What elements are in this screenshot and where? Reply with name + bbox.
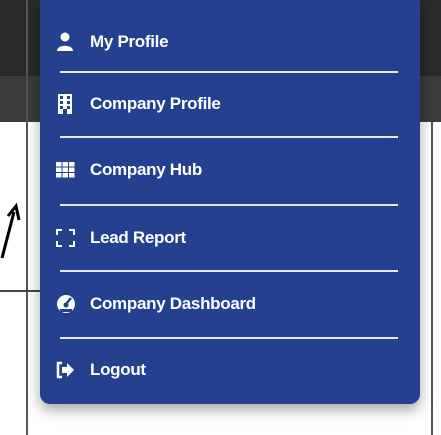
menu-divider xyxy=(60,136,398,138)
user-dropdown-menu: My Profile Company Profile Company Hub L… xyxy=(40,0,420,404)
menu-item-logout[interactable]: Logout xyxy=(40,342,420,398)
menu-divider xyxy=(60,71,398,73)
menu-item-company-hub[interactable]: Company Hub xyxy=(40,142,420,198)
menu-divider xyxy=(60,337,398,339)
menu-item-label: Logout xyxy=(90,360,146,379)
logout-icon xyxy=(56,360,78,380)
menu-item-label: Company Dashboard xyxy=(90,294,256,313)
menu-divider xyxy=(60,204,398,206)
menu-item-company-profile[interactable]: Company Profile xyxy=(40,76,420,132)
menu-item-label: My Profile xyxy=(90,32,169,51)
menu-divider xyxy=(60,270,398,272)
menu-item-company-dashboard[interactable]: Company Dashboard xyxy=(40,276,420,332)
menu-item-label: Company Profile xyxy=(90,94,221,113)
menu-item-label: Company Hub xyxy=(90,160,202,179)
menu-item-label: Lead Report xyxy=(90,228,186,247)
grid-icon xyxy=(56,160,78,180)
expand-icon xyxy=(56,228,78,248)
menu-item-lead-report[interactable]: Lead Report xyxy=(40,210,420,266)
page-divider-line xyxy=(0,290,40,292)
pointer-arrow-icon xyxy=(0,202,21,259)
dashboard-gauge-icon xyxy=(56,294,78,314)
menu-item-my-profile[interactable]: My Profile xyxy=(40,14,420,70)
building-icon xyxy=(56,94,78,114)
page-left-border xyxy=(26,0,28,435)
page-right-border xyxy=(431,122,433,435)
user-icon xyxy=(56,32,78,52)
